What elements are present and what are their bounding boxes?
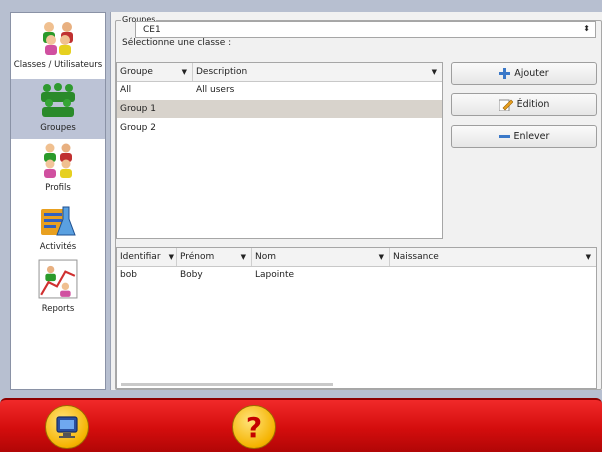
edit-icon bbox=[498, 99, 513, 111]
nav-item-label: Reports bbox=[41, 304, 75, 314]
monitor-icon bbox=[56, 416, 78, 438]
table-row[interactable]: All All users bbox=[117, 81, 442, 99]
bottom-bar: ? bbox=[0, 398, 602, 452]
class-select-label: Sélectionne une classe : bbox=[122, 38, 232, 48]
groups-table[interactable]: Groupe ▼ Description ▼ All All users Gro… bbox=[116, 62, 443, 239]
table-row[interactable]: bob Boby Lapointe bbox=[117, 266, 596, 284]
nav-item-label: Activités bbox=[39, 242, 77, 252]
nav-item-groups[interactable]: Groupes bbox=[11, 79, 105, 139]
column-header-label: Groupe bbox=[120, 67, 153, 77]
reports-icon bbox=[38, 259, 78, 299]
column-header-id[interactable]: Identifiar ▼ bbox=[117, 248, 177, 266]
minus-icon bbox=[498, 135, 510, 138]
sort-arrow-icon: ▼ bbox=[240, 253, 246, 261]
members-table[interactable]: Identifiar ▼ Prénom ▼ Nom ▼ Naissance ▼ … bbox=[116, 247, 597, 389]
column-header-label: Prénom bbox=[180, 252, 215, 262]
sort-arrow-icon: ▼ bbox=[168, 253, 174, 261]
sort-arrow-icon: ▼ bbox=[181, 68, 187, 76]
side-navigation: Classes / Utilisateurs Groupes Profils A… bbox=[10, 12, 106, 390]
nav-item-label: Groupes bbox=[40, 123, 76, 133]
edit-button-label: Édition bbox=[516, 99, 550, 110]
help-button[interactable]: ? bbox=[232, 405, 276, 449]
home-button[interactable] bbox=[45, 405, 89, 449]
activities-icon bbox=[41, 206, 76, 236]
plus-icon bbox=[499, 68, 511, 79]
cell-group: Group 2 bbox=[120, 123, 156, 133]
column-header-label: Naissance bbox=[393, 252, 439, 262]
nav-item-activities[interactable]: Activités bbox=[11, 201, 105, 259]
column-header-group[interactable]: Groupe ▼ bbox=[117, 63, 193, 81]
add-button-label: Ajouter bbox=[514, 68, 549, 79]
column-header-label: Nom bbox=[255, 252, 277, 262]
group-icon bbox=[41, 83, 75, 117]
column-header-label: Description bbox=[196, 67, 248, 77]
column-header-description[interactable]: Description ▼ bbox=[193, 63, 442, 81]
table-header: Groupe ▼ Description ▼ bbox=[117, 63, 442, 82]
table-row-selected[interactable]: Group 1 bbox=[117, 100, 442, 118]
horizontal-scrollbar[interactable] bbox=[121, 383, 333, 386]
table-header: Identifiar ▼ Prénom ▼ Nom ▼ Naissance ▼ bbox=[117, 248, 596, 267]
edit-button[interactable]: Édition bbox=[451, 93, 597, 116]
column-header-lastname[interactable]: Nom ▼ bbox=[252, 248, 390, 266]
remove-button[interactable]: Enlever bbox=[451, 125, 597, 148]
users-group-icon bbox=[43, 22, 73, 55]
nav-item-label: Profils bbox=[45, 183, 71, 193]
column-header-firstname[interactable]: Prénom ▼ bbox=[177, 248, 252, 266]
column-header-birth[interactable]: Naissance ▼ bbox=[390, 248, 596, 266]
nav-item-reports[interactable]: Reports bbox=[11, 259, 105, 321]
remove-button-label: Enlever bbox=[513, 131, 550, 142]
cell-id: bob bbox=[120, 270, 137, 280]
help-icon: ? bbox=[245, 411, 263, 444]
nav-item-classes-users[interactable]: Classes / Utilisateurs bbox=[11, 13, 105, 79]
cell-lastname: Lapointe bbox=[255, 270, 295, 280]
nav-item-profiles[interactable]: Profils bbox=[11, 141, 105, 199]
sort-arrow-icon: ▼ bbox=[585, 253, 591, 261]
class-select-value: CE1 bbox=[143, 25, 161, 35]
sort-arrow-icon: ▼ bbox=[431, 68, 437, 76]
table-row[interactable]: Group 2 bbox=[117, 119, 442, 137]
class-select[interactable]: CE1 ⬍ bbox=[135, 21, 596, 38]
spin-arrows-icon: ⬍ bbox=[583, 24, 590, 33]
sort-arrow-icon: ▼ bbox=[378, 253, 384, 261]
add-button[interactable]: Ajouter bbox=[451, 62, 597, 85]
cell-group: All bbox=[120, 85, 132, 95]
cell-group: Group 1 bbox=[120, 104, 156, 114]
cell-firstname: Boby bbox=[180, 270, 203, 280]
column-header-label: Identifiar bbox=[120, 252, 161, 262]
nav-item-label: Classes / Utilisateurs bbox=[13, 60, 103, 70]
cell-description: All users bbox=[196, 85, 235, 95]
profiles-icon bbox=[44, 143, 72, 178]
